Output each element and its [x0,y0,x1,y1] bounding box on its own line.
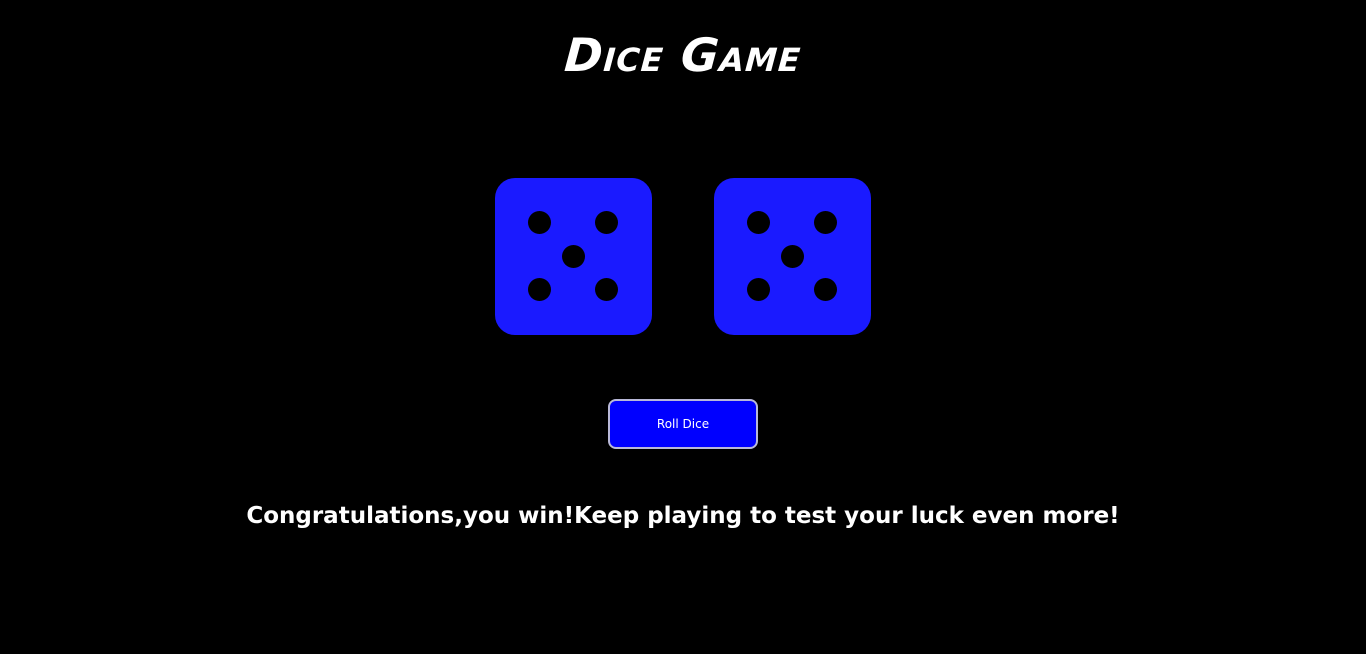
dice-game-page: Dice Game Roll Dice Congratulations,you … [0,0,1366,654]
die-pip [595,211,618,234]
die-pip [747,278,770,301]
die-pip [528,278,551,301]
die-pip [814,278,837,301]
die-pip [528,211,551,234]
die-pip [781,245,804,268]
result-message: Congratulations,you win!Keep playing to … [246,503,1120,529]
die-right [714,178,871,335]
die-pip [562,245,585,268]
die-pip [595,278,618,301]
die-pip [814,211,837,234]
page-title: Dice Game [562,28,804,82]
roll-dice-button[interactable]: Roll Dice [608,399,758,449]
die-pip [747,211,770,234]
die-left [495,178,652,335]
